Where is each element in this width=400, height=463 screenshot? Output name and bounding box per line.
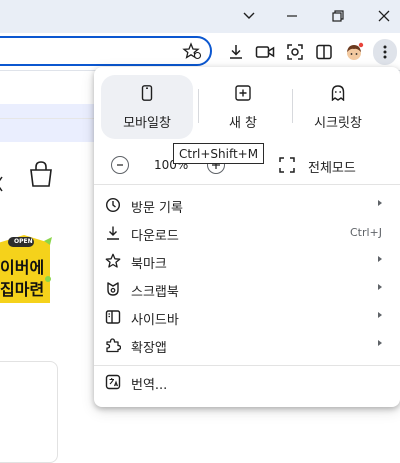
menu-item-sidebar[interactable]: 사이드바 <box>94 303 400 331</box>
capture-icon <box>287 44 303 60</box>
profile-button[interactable] <box>343 42 365 62</box>
menu-item-scrapbook[interactable]: 스크랩북 <box>94 275 400 303</box>
restore-button[interactable] <box>318 3 358 29</box>
chevron-right-icon <box>378 256 382 262</box>
history-icon <box>105 197 121 213</box>
menu-item-label: 다운로드 <box>131 229 179 244</box>
back-arrow-icon[interactable] <box>0 174 4 198</box>
download-icon <box>230 45 242 59</box>
sidebar-icon <box>105 310 121 324</box>
address-bar[interactable] <box>0 36 212 66</box>
menu-item-label: 사이드바 <box>131 313 179 328</box>
chevron-right-icon <box>378 340 382 346</box>
chevron-right-icon <box>378 312 382 318</box>
menu-item-label: 번역... <box>131 378 168 393</box>
restore-icon <box>332 10 344 22</box>
menu-item-extensions[interactable]: 확장앱 <box>94 331 400 359</box>
tab-search-button[interactable] <box>229 3 269 29</box>
mobile-icon <box>141 85 153 101</box>
incognito-icon <box>331 85 345 101</box>
mobile-window-button[interactable]: 모바일창 <box>101 75 193 139</box>
menu-item-bookmarks[interactable]: 북마크 <box>94 247 400 275</box>
promo-badge: OPEN <box>14 238 33 245</box>
shortcut-tooltip: Ctrl+Shift+M <box>173 143 265 164</box>
menu-item-label: 스크랩북 <box>131 285 179 300</box>
new-window-icon <box>235 85 251 101</box>
fullscreen-icon <box>279 157 295 173</box>
menu-item-label: 북마크 <box>131 257 167 272</box>
mobile-window-label: 모바일창 <box>123 116 171 131</box>
menu-item-label: 방문 기록 <box>131 201 183 216</box>
translate-icon <box>105 374 121 390</box>
screen-capture-button[interactable] <box>284 42 306 62</box>
minimize-icon <box>287 15 297 17</box>
video-camera-icon <box>255 46 275 58</box>
menu-item-downloads[interactable]: 다운로드 Ctrl+J <box>94 219 400 247</box>
menu-item-history[interactable]: 방문 기록 <box>94 191 400 219</box>
menu-item-label: 확장앱 <box>131 341 167 356</box>
menu-item-translate[interactable]: 번역... <box>94 368 400 396</box>
chevron-right-icon <box>378 284 382 290</box>
minus-icon <box>117 164 123 166</box>
zoom-out-button[interactable] <box>111 156 129 174</box>
shopping-bag-icon[interactable] <box>28 160 54 192</box>
menu-divider <box>94 365 400 366</box>
app-menu: 모바일창 새 창 시크릿창 100% 전체모드 방문 기록 다운로드 Ctrl+… <box>94 67 400 407</box>
menu-item-shortcut: Ctrl+J <box>349 226 382 239</box>
new-window-button[interactable]: 새 창 <box>197 75 289 139</box>
close-icon <box>378 10 390 22</box>
download-icon <box>107 226 119 240</box>
more-vertical-icon <box>383 45 387 59</box>
promo-text-line1: 이버에 <box>0 258 45 277</box>
title-bar <box>0 0 400 33</box>
new-window-label: 새 창 <box>228 116 258 131</box>
menu-button[interactable] <box>373 39 397 65</box>
menu-divider <box>94 184 400 185</box>
chevron-down-icon <box>243 12 255 19</box>
incognito-window-label: 시크릿창 <box>314 116 362 131</box>
incognito-window-button[interactable]: 시크릿창 <box>292 75 384 139</box>
star-edit-icon <box>182 42 202 60</box>
star-icon <box>105 253 121 268</box>
split-view-button[interactable] <box>313 42 335 62</box>
close-button[interactable] <box>364 3 400 29</box>
video-capture-button[interactable] <box>254 42 276 62</box>
avatar <box>347 42 364 60</box>
extension-icon <box>106 338 121 353</box>
chevron-right-icon <box>378 200 382 206</box>
promo-sticker[interactable]: OPEN 이버에 집마련 <box>0 235 54 303</box>
fullscreen-label[interactable]: 전체모드 <box>308 157 356 176</box>
fullscreen-button[interactable] <box>278 156 296 174</box>
promo-text-line2: 집마련 <box>0 280 45 299</box>
scrapbook-icon <box>107 282 119 296</box>
product-card[interactable] <box>0 361 58 463</box>
download-button[interactable] <box>225 42 247 62</box>
split-view-icon <box>316 44 332 60</box>
toolbar <box>0 33 400 70</box>
bookmark-star-button[interactable] <box>182 42 202 60</box>
minimize-button[interactable] <box>272 3 312 29</box>
